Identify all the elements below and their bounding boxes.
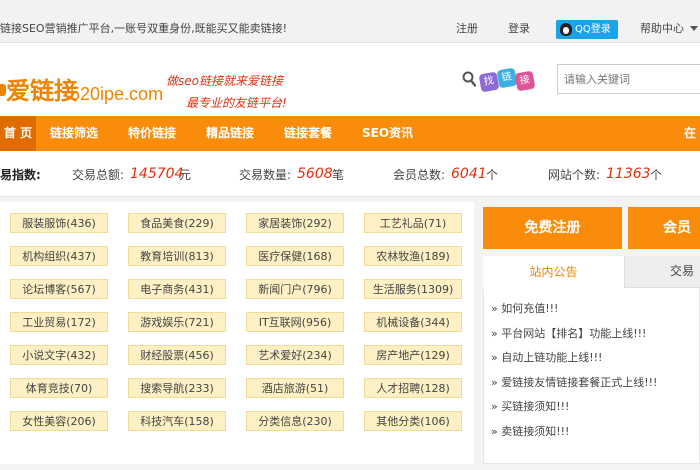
- category-item[interactable]: 电子商务(431): [128, 279, 226, 299]
- qq-penguin-icon: [560, 23, 572, 36]
- slogan-line-1: 做seo链接就来爱链接: [166, 74, 283, 88]
- member-count-label: 会员总数:: [393, 168, 446, 182]
- category-item[interactable]: 分类信息(230): [246, 411, 344, 431]
- nav-item-home[interactable]: 首 页: [0, 116, 36, 151]
- search-bubble: 链: [496, 67, 518, 89]
- member-count-unit: 个: [486, 168, 499, 182]
- vip-button[interactable]: 会员: [628, 207, 700, 249]
- nav-item-link-packages[interactable]: 链接套餐: [284, 116, 332, 151]
- category-item[interactable]: 家居装饰(292): [246, 213, 344, 233]
- news-item[interactable]: » 平台网站【排名】功能上线!!!: [491, 327, 646, 341]
- category-item[interactable]: 体育竞技(70): [10, 378, 108, 398]
- category-item[interactable]: 医疗保健(168): [246, 246, 344, 266]
- news-item[interactable]: » 买链接须知!!!: [491, 400, 569, 414]
- nav-item-special-links[interactable]: 特价链接: [128, 116, 176, 151]
- category-item[interactable]: 科技汽车(158): [128, 411, 226, 431]
- total-amount-value: 145704: [130, 166, 184, 182]
- news-item[interactable]: » 卖链接须知!!!: [491, 425, 569, 439]
- search-bubbles: 找 链 接: [478, 67, 536, 93]
- nav-item-link-filter[interactable]: 链接筛选: [50, 116, 98, 151]
- nav-item-premium-links[interactable]: 精品链接: [206, 116, 254, 151]
- category-item[interactable]: 工业贸易(172): [10, 312, 108, 332]
- vip-button-label: 会员: [663, 220, 691, 236]
- total-amount-label: 交易总额:: [72, 168, 125, 182]
- news-item[interactable]: » 自动上链功能上线!!!: [491, 351, 602, 365]
- trade-stats-bar: 易指数: 交易总额: 145704 元 交易数量: 5608 笔 会员总数: 6…: [0, 151, 700, 197]
- news-item[interactable]: » 爱链接友情链接套餐正式上线!!!: [491, 376, 657, 390]
- site-count-unit: 个: [650, 168, 663, 182]
- site-logo-text[interactable]: 爱链接: [6, 78, 78, 104]
- category-item[interactable]: 食品美食(229): [128, 213, 226, 233]
- news-item[interactable]: » 如何充值!!!: [491, 302, 558, 316]
- search-icon[interactable]: [462, 71, 477, 87]
- nav-item-more[interactable]: 在: [684, 116, 696, 151]
- qq-login-label: QQ登录: [575, 24, 611, 35]
- category-item[interactable]: 女性美容(206): [10, 411, 108, 431]
- category-item[interactable]: 小说文字(432): [10, 345, 108, 365]
- category-item[interactable]: 农林牧渔(189): [364, 246, 462, 266]
- total-amount-unit: 元: [179, 168, 192, 182]
- search-input[interactable]: [558, 65, 700, 93]
- category-item[interactable]: 论坛博客(567): [10, 279, 108, 299]
- category-item[interactable]: 新闻门户(796): [246, 279, 344, 299]
- category-item[interactable]: 艺术爱好(234): [246, 345, 344, 365]
- category-item[interactable]: 房产地产(129): [364, 345, 462, 365]
- help-center-link[interactable]: 帮助中心: [640, 22, 684, 36]
- category-item[interactable]: 生活服务(1309): [364, 279, 462, 299]
- category-item[interactable]: 财经股票(456): [128, 345, 226, 365]
- search-box: [557, 64, 700, 94]
- category-item[interactable]: 机械设备(344): [364, 312, 462, 332]
- category-item[interactable]: 搜索导航(233): [128, 378, 226, 398]
- category-item[interactable]: IT互联网(956): [246, 312, 344, 332]
- free-register-button[interactable]: 免费注册: [483, 207, 622, 249]
- category-item[interactable]: 教育培训(813): [128, 246, 226, 266]
- category-item[interactable]: 酒店旅游(51): [246, 378, 344, 398]
- category-item[interactable]: 其他分类(106): [364, 411, 462, 431]
- chevron-down-icon: [690, 26, 698, 31]
- tab-trade[interactable]: 交易: [624, 256, 700, 288]
- main-nav: 首 页 链接筛选 特价链接 精品链接 链接套餐 SEO资讯 在: [0, 116, 700, 151]
- tab-site-notice[interactable]: 站内公告: [483, 256, 624, 289]
- slogan-line-2: 最专业的友链平台!: [186, 96, 287, 110]
- trade-count-value: 5608: [297, 166, 333, 182]
- stats-title: 易指数:: [0, 168, 41, 182]
- member-count-value: 6041: [451, 166, 487, 182]
- site-count-label: 网站个数:: [548, 168, 601, 182]
- site-count-value: 11363: [606, 166, 651, 182]
- top-bar: 链接SEO营销推广平台,一账号双重身份,既能买又能卖链接! 注册 登录 QQ登录…: [0, 0, 700, 43]
- nav-item-seo-news[interactable]: SEO资讯: [362, 116, 413, 151]
- category-item[interactable]: 机构组织(437): [10, 246, 108, 266]
- category-item[interactable]: 人才招聘(128): [364, 378, 462, 398]
- category-item[interactable]: 工艺礼品(71): [364, 213, 462, 233]
- tab-trade-label: 交易: [670, 264, 695, 278]
- site-logo-domain: 520ipe.com: [70, 84, 164, 104]
- login-link[interactable]: 登录: [508, 22, 530, 36]
- trade-count-unit: 笔: [332, 168, 345, 182]
- site-intro: 链接SEO营销推广平台,一账号双重身份,既能买又能卖链接!: [0, 22, 287, 35]
- search-bubble: 接: [514, 70, 536, 92]
- category-item[interactable]: 服装服饰(436): [10, 213, 108, 233]
- trade-count-label: 交易数量:: [239, 168, 292, 182]
- register-link[interactable]: 注册: [456, 22, 478, 36]
- category-item[interactable]: 游戏娱乐(721): [128, 312, 226, 332]
- qq-login-button[interactable]: QQ登录: [556, 20, 618, 39]
